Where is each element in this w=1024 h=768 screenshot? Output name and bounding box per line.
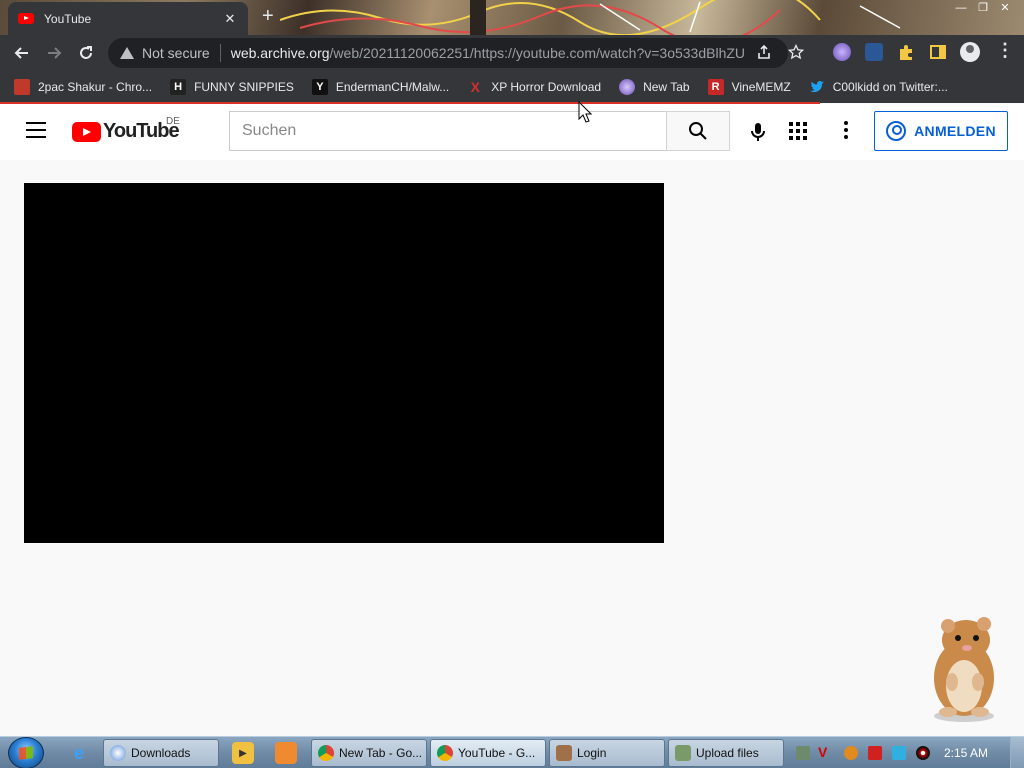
taskbar-login[interactable]: Login <box>549 739 665 767</box>
taskbar-new-tab[interactable]: New Tab - Go... <box>311 739 427 767</box>
browser-menu-icon[interactable]: ⋮ <box>996 40 1014 61</box>
taskbar-label: Upload files <box>696 746 759 760</box>
internet-explorer-icon[interactable]: e <box>68 742 90 764</box>
tray-volume-icon[interactable] <box>916 746 930 760</box>
tray-search-icon[interactable] <box>844 746 858 760</box>
restore-button[interactable]: ❐ <box>972 0 994 16</box>
signin-label: ANMELDEN <box>914 123 996 139</box>
youtube-logo[interactable]: YouTube DE <box>72 116 180 143</box>
warning-icon <box>120 47 134 59</box>
media-player-icon[interactable]: ▶ <box>232 742 254 764</box>
separator <box>219 44 221 62</box>
youtube-favicon-icon <box>18 13 34 24</box>
address-bar[interactable]: Not secure web.archive.org/web/202111200… <box>108 38 788 68</box>
profile-avatar-icon[interactable] <box>960 42 980 62</box>
security-label: Not secure <box>142 45 210 61</box>
windows-taskbar: e Downloads ▶ New Tab - Go... YouTube - … <box>0 736 1024 768</box>
tray-v-icon[interactable]: V <box>818 744 832 760</box>
bookmarks-bar: 2pac Shakur - Chro... H FUNNY SNIPPIES Y… <box>0 71 1024 103</box>
youtube-play-icon <box>72 121 101 142</box>
x-favicon-icon: X <box>470 79 480 95</box>
back-button[interactable] <box>6 37 38 69</box>
globe-favicon-icon <box>619 79 636 95</box>
arrow-left-icon <box>14 47 28 59</box>
taskbar-clock[interactable]: 2:15 AM <box>944 746 988 760</box>
bookmark-item[interactable]: R VineMEMZ <box>707 79 791 95</box>
hamster-desktop-pet-icon[interactable] <box>918 612 1010 724</box>
yp-favicon-icon: Y <box>311 79 328 95</box>
app-icon <box>675 745 691 761</box>
new-tab-button[interactable]: + <box>262 6 274 26</box>
bookmark-item[interactable]: X XP Horror Download <box>467 79 602 95</box>
bookmark-item[interactable]: C00lkidd on Twitter:... <box>809 79 948 95</box>
folder-icon <box>110 745 126 761</box>
user-circle-icon <box>886 121 907 141</box>
bookmark-item[interactable]: Y EndermanCH/Malw... <box>311 79 450 95</box>
app-pinned-icon[interactable] <box>275 742 297 764</box>
taskbar-downloads[interactable]: Downloads <box>103 739 219 767</box>
microphone-icon[interactable] <box>746 120 770 144</box>
url-host: web.archive.org <box>230 45 330 61</box>
window-controls: — ❐ ✕ <box>950 0 1016 16</box>
taskbar-label: New Tab - Go... <box>339 746 423 760</box>
tray-display-icon[interactable] <box>892 746 906 760</box>
tab-title: YouTube <box>44 11 92 26</box>
reload-button[interactable] <box>70 37 102 69</box>
bookmark-label: XP Horror Download <box>491 80 602 94</box>
show-desktop-button[interactable] <box>1010 737 1024 768</box>
apps-grid-icon[interactable] <box>789 122 807 140</box>
taskbar-youtube[interactable]: YouTube - G... <box>430 739 546 767</box>
taskbar-label: YouTube - G... <box>458 746 536 760</box>
start-button-icon[interactable] <box>8 737 44 768</box>
h-favicon-icon: H <box>170 79 187 95</box>
bookmark-label: New Tab <box>643 80 690 94</box>
taskbar-upload-files[interactable]: Upload files <box>668 739 784 767</box>
bookmark-label: C00lkidd on Twitter:... <box>832 80 948 94</box>
reload-icon <box>80 46 92 59</box>
taskbar-label: Login <box>577 746 607 760</box>
guide-menu-icon[interactable] <box>26 122 46 138</box>
tab-strip: YouTube ✕ + — ❐ ✕ <box>0 0 1024 35</box>
omnibox-actions <box>756 44 804 60</box>
twitter-favicon-icon <box>809 81 824 93</box>
arrow-right-icon <box>48 47 62 59</box>
youtube-masthead: YouTube DE Suchen ANMELDEN <box>0 104 1024 160</box>
bookmark-item[interactable]: 2pac Shakur - Chro... <box>14 79 152 95</box>
search-input[interactable]: Suchen <box>229 111 667 151</box>
minimize-button[interactable]: — <box>950 0 972 16</box>
bookmark-label: VineMEMZ <box>731 80 791 94</box>
r-favicon-icon: R <box>707 79 724 95</box>
extension-globe-icon[interactable] <box>833 43 851 61</box>
chrome-icon <box>437 745 453 761</box>
tray-network-icon[interactable] <box>796 746 810 760</box>
mouse-cursor-icon <box>578 101 592 123</box>
bookmark-item[interactable]: H FUNNY SNIPPIES <box>170 79 294 95</box>
extensions-puzzle-icon[interactable] <box>897 43 915 61</box>
tray-flag-icon[interactable] <box>868 746 882 760</box>
share-icon[interactable] <box>756 44 772 60</box>
tab-youtube[interactable]: YouTube ✕ <box>8 2 248 35</box>
bookmark-label: 2pac Shakur - Chro... <box>38 80 153 94</box>
signin-button[interactable]: ANMELDEN <box>874 111 1008 151</box>
forward-button[interactable] <box>38 37 70 69</box>
taskbar-label: Downloads <box>131 746 191 760</box>
bookmark-item[interactable]: New Tab <box>619 79 690 95</box>
bookmark-label: EndermanCH/Malw... <box>335 80 450 94</box>
extension-word-icon[interactable] <box>865 43 883 61</box>
bookmark-label: FUNNY SNIPPIES <box>194 80 294 94</box>
region-code: DE <box>166 116 180 127</box>
chrome-icon <box>318 745 334 761</box>
bookmark-favicon-icon <box>14 79 30 95</box>
close-tab-icon[interactable]: ✕ <box>222 11 238 27</box>
settings-menu-icon[interactable] <box>844 121 848 142</box>
side-panel-icon[interactable] <box>929 43 947 61</box>
close-window-button[interactable]: ✕ <box>994 0 1016 16</box>
star-icon[interactable] <box>788 44 804 60</box>
video-player[interactable] <box>24 183 664 543</box>
app-icon <box>556 745 572 761</box>
search-button[interactable] <box>666 111 730 151</box>
url-path: /web/20211120062251/https://youtube.com/… <box>329 45 746 61</box>
search-icon <box>689 122 707 140</box>
